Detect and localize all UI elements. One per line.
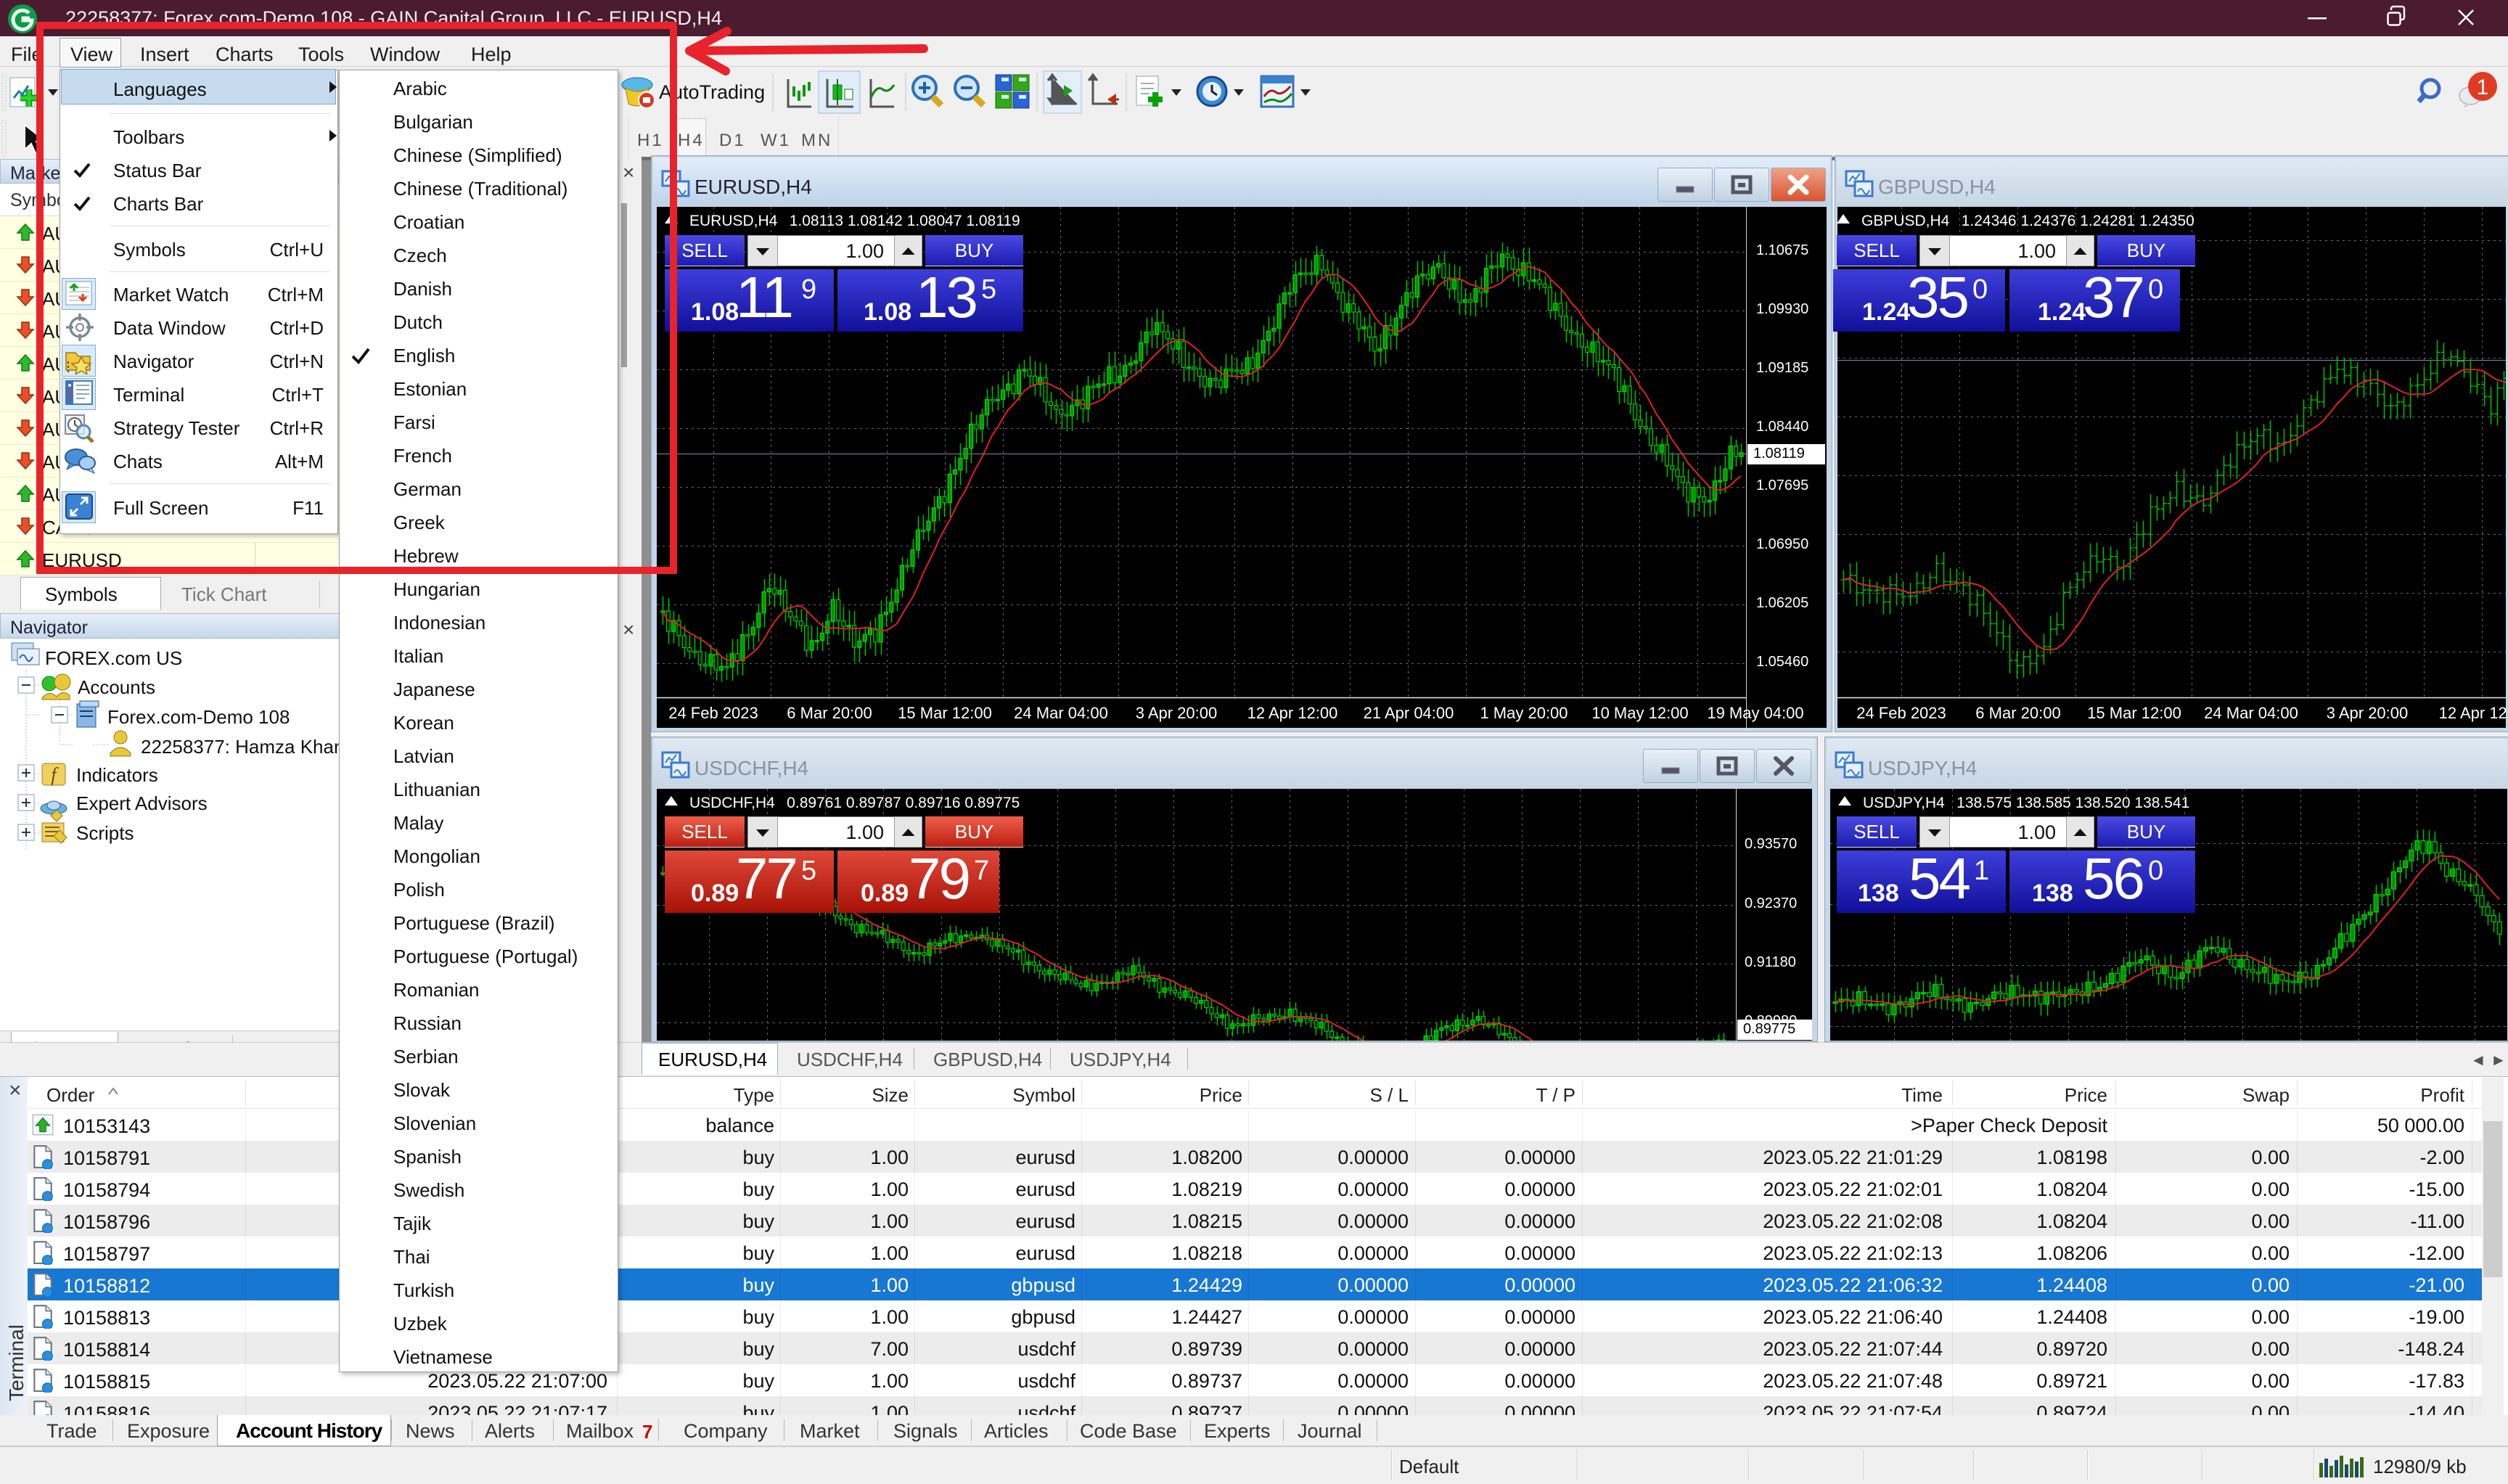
svg-text:1: 1 [2477,75,2489,99]
